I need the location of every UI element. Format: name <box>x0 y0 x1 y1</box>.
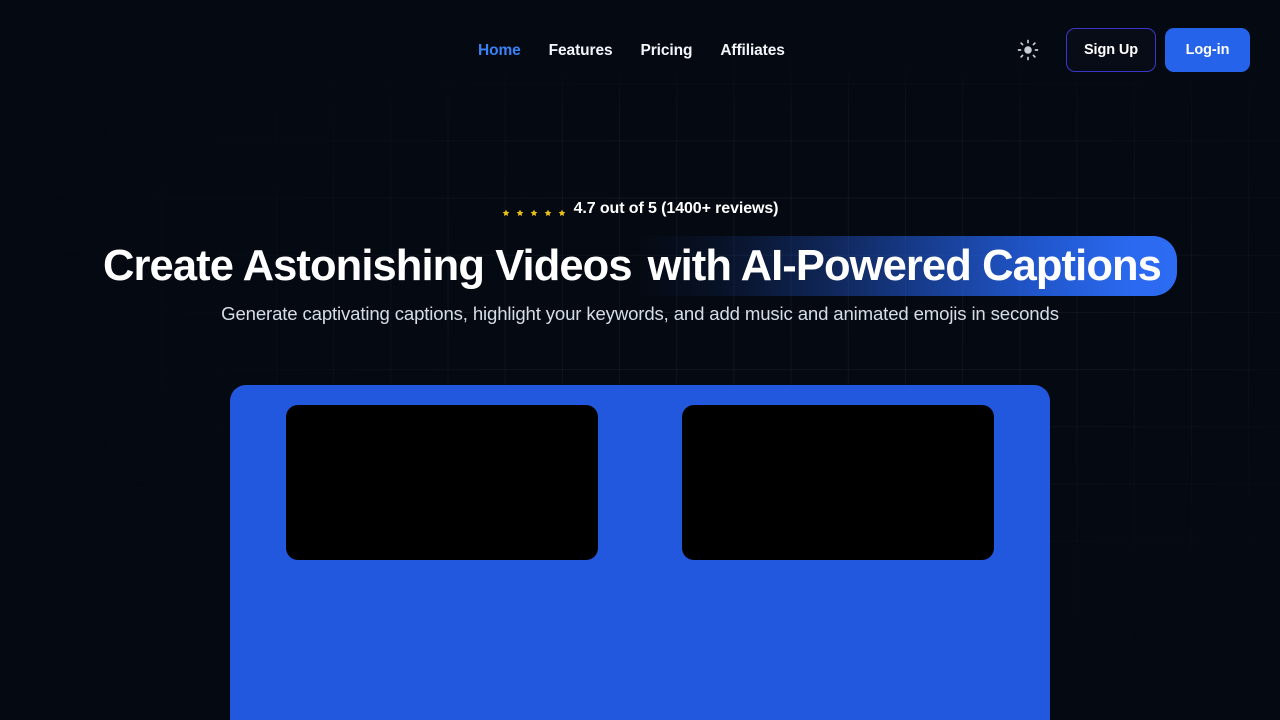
rating-text: 4.7 out of 5 (1400+ reviews) <box>573 200 779 217</box>
showcase-card <box>230 385 1050 720</box>
rating-row: 4.7 out of 5 (1400+ reviews) <box>0 200 1280 218</box>
video-preview-2[interactable] <box>682 405 994 560</box>
star-rating <box>502 209 566 217</box>
nav-item-affiliates[interactable]: Affiliates <box>706 39 798 62</box>
video-preview-1[interactable] <box>286 405 598 560</box>
sign-up-button[interactable]: Sign Up <box>1066 28 1156 72</box>
star-icon <box>516 209 524 217</box>
star-icon <box>530 209 538 217</box>
nav-item-home[interactable]: Home <box>478 39 535 62</box>
nav-item-pricing[interactable]: Pricing <box>626 39 706 62</box>
video-preview-row <box>230 405 1050 560</box>
site-header: Home Features Pricing Affiliates Sign Up… <box>0 0 1280 102</box>
star-icon <box>502 209 510 217</box>
star-icon <box>544 209 552 217</box>
nav-item-features[interactable]: Features <box>535 39 627 62</box>
headline-highlighted-text: with AI-Powered Captions <box>633 236 1177 296</box>
log-in-button[interactable]: Log-in <box>1165 28 1250 72</box>
star-icon <box>558 209 566 217</box>
header-actions: Sign Up Log-in <box>1015 28 1250 72</box>
main-navigation: Home Features Pricing Affiliates <box>478 39 799 62</box>
hero-subtitle: Generate captivating captions, highlight… <box>221 303 1059 324</box>
page-title: Create Astonishing Videos with AI-Powered… <box>0 236 1280 296</box>
page-root: Home Features Pricing Affiliates Sign Up… <box>0 0 1280 720</box>
headline-plain-text: Create Astonishing Videos <box>103 242 633 290</box>
sun-icon[interactable] <box>1015 37 1041 63</box>
